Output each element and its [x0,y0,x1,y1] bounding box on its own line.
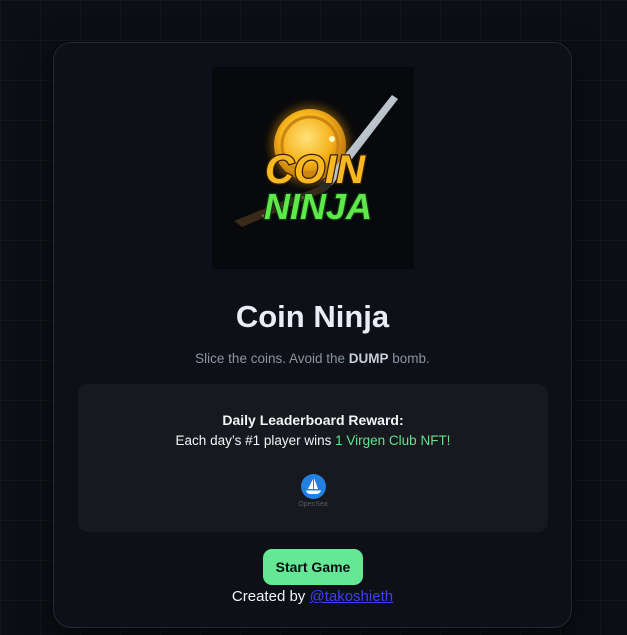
reward-prefix: Each day’s #1 player wins [175,433,336,448]
reward-prize: 1 Virgen Club NFT! [335,433,451,448]
game-title: Coin Ninja [235,299,390,334]
opensea-label: OpenSea [298,501,328,508]
game-tagline: Slice the coins. Avoid the DUMP bomb. [54,350,571,368]
tagline-prefix: Slice the coins. Avoid the [195,351,349,366]
start-game-button[interactable]: Start Game [263,549,363,585]
reward-description: Each day’s #1 player wins 1 Virgen Club … [78,432,548,450]
game-card: COIN NINJA Coin Ninja Slice the coins. A… [53,42,572,628]
opensea-link[interactable]: OpenSea [292,474,334,514]
logo-text-ninja: NINJA [264,186,372,227]
credit-prefix: Created by [231,588,310,605]
tagline-highlight: DUMP [348,351,389,366]
opensea-icon[interactable] [300,474,326,499]
reward-heading: Daily Leaderboard Reward: [222,412,404,428]
tagline-suffix: bomb. [388,351,430,366]
coin-ninja-logo: COIN NINJA [212,67,414,269]
reward-panel: Daily Leaderboard Reward: Each day’s #1 … [78,384,548,532]
creator-credit: Created by @takoshieth [54,587,571,607]
creator-link[interactable]: @takoshieth [309,588,393,605]
